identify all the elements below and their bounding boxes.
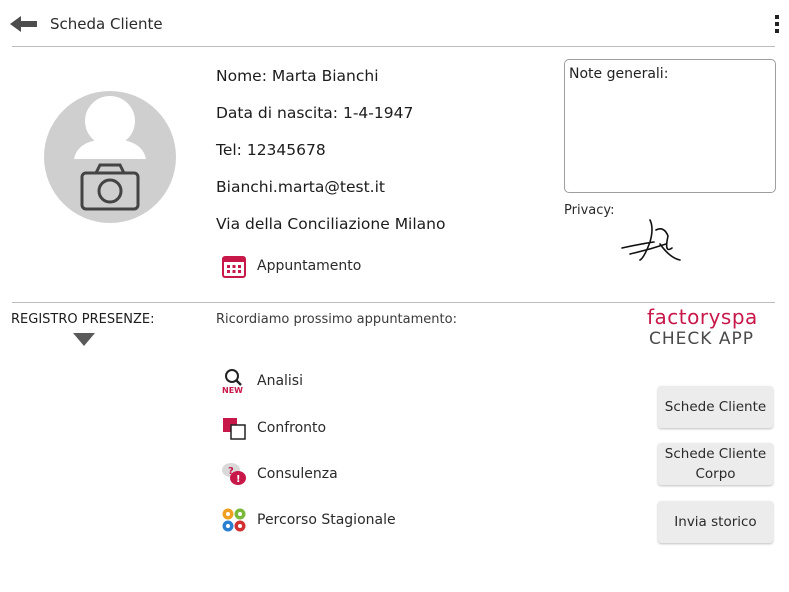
client-email: Bianchi.marta@test.it [216,178,385,196]
dropdown-triangle-icon[interactable] [73,333,95,346]
action-confronto[interactable]: Confronto [221,414,326,442]
back-arrow-icon[interactable] [10,14,38,34]
svg-text:!: ! [236,474,241,485]
privacy-label: Privacy: [564,203,615,218]
button-label: Schede Cliente [664,399,767,415]
notes-field[interactable]: Note generali: [564,59,776,193]
header-divider [12,46,775,47]
page-title: Scheda Cliente [50,15,163,33]
compare-squares-icon [223,418,246,440]
action-consulenza[interactable]: ? ! Consulenza [221,460,338,488]
calendar-icon [222,256,246,278]
brand-logo-subtitle: CHECK APP [649,329,754,349]
brand-logo-name: factoryspa [647,305,758,329]
overflow-menu-icon[interactable] [770,12,784,36]
next-appointment-reminder: Ricordiamo prossimo appuntamento: [216,312,457,327]
svg-text:NEW: NEW [222,386,243,394]
appointment-link[interactable]: Appuntamento [221,252,361,280]
magnifier-new-icon: NEW [222,369,243,394]
invia-storico-button[interactable]: Invia storico [658,501,773,543]
action-percorso-stagionale[interactable]: Percorso Stagionale [221,506,396,534]
action-label: Percorso Stagionale [257,512,396,528]
speech-bubbles-icon: ? ! [222,463,246,485]
camera-avatar-icon [74,96,146,211]
avatar[interactable] [44,91,176,223]
section-divider [12,302,775,303]
seasons-icon [222,508,246,532]
action-label: Consulenza [257,466,338,482]
action-label: Confronto [257,420,327,436]
client-birthdate: Data di nascita: 1-4-1947 [216,104,414,122]
action-analisi[interactable]: NEW Analisi [221,367,303,395]
button-label-line1: Schede Cliente [664,446,767,462]
client-address: Via della Conciliazione Milano [216,215,446,233]
appointment-label: Appuntamento [257,258,362,274]
privacy-signature [621,219,681,261]
button-label-line2: Corpo [695,466,736,482]
button-label: Invia storico [674,514,757,530]
client-name: Nome: Marta Bianchi [216,67,379,85]
client-phone: Tel: 12345678 [216,141,326,159]
schede-cliente-corpo-button[interactable]: Schede Cliente Corpo [658,443,773,485]
action-label: Analisi [257,373,303,389]
registro-presenze-label: REGISTRO PRESENZE: [11,312,155,327]
schede-cliente-button[interactable]: Schede Cliente [658,386,773,428]
